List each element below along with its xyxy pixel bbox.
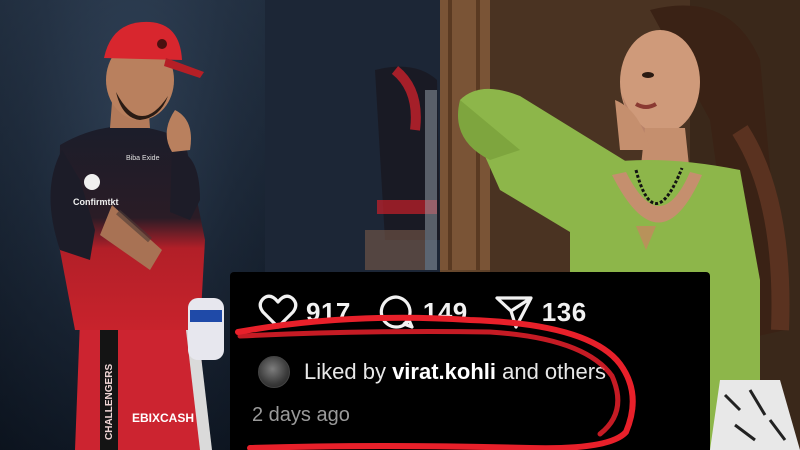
likes-count: 917 (306, 296, 351, 327)
heart-outline-icon[interactable] (258, 294, 298, 330)
left-photo-cricketer: Confirmtkt Biba Exide EBIXCASH CHALLENGE… (0, 0, 265, 450)
share-action[interactable]: 136 (494, 294, 587, 330)
shorts-brand-text: CHALLENGERS (104, 364, 115, 440)
comments-count: 149 (422, 296, 468, 327)
liked-by-text: Liked by virat.kohli and others (304, 359, 606, 385)
post-action-row: 917 149 136 (258, 292, 613, 332)
shares-count: 136 (541, 296, 587, 327)
post-timestamp: 2 days ago (252, 404, 350, 426)
jersey-chest-sponsor: Confirmtkt (73, 197, 119, 207)
comment-action[interactable]: 149 (377, 293, 468, 331)
like-action[interactable]: 917 (258, 294, 351, 330)
liked-by-row: Liked by virat.kohli and others (258, 356, 606, 388)
paper-plane-icon[interactable] (494, 294, 534, 330)
instagram-post-panel: 917 149 136 Liked by virat.kohli and oth… (230, 272, 710, 450)
jersey-sleeve-sponsor: Biba Exide (126, 155, 160, 162)
liked-by-prefix: Liked by (304, 359, 393, 384)
avatar[interactable] (258, 356, 290, 388)
shorts-sponsor: EBIXCASH (132, 411, 194, 425)
cricketer-illustration: Confirmtkt Biba Exide EBIXCASH CHALLENGE… (0, 0, 265, 450)
liked-by-suffix[interactable]: and others (496, 359, 606, 384)
speech-bubble-icon[interactable] (377, 293, 415, 331)
liked-by-username[interactable]: virat.kohli (392, 359, 496, 384)
